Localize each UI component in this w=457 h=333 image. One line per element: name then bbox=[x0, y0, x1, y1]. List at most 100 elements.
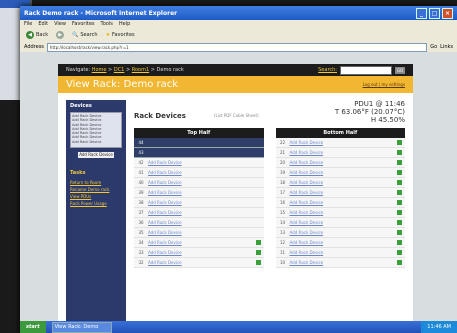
environment-stats: PDU1 @ 11:46 T 63.06°F (20.07°C) H 45.50… bbox=[335, 100, 405, 124]
task-view-pdus[interactable]: View PDUs bbox=[70, 193, 122, 200]
status-icon bbox=[397, 220, 402, 225]
rack-unit-row: 42 Add Rack Device bbox=[134, 158, 264, 168]
breadcrumb-current: Demo rack bbox=[156, 67, 184, 73]
menu-favorites[interactable]: Favorites bbox=[72, 21, 95, 27]
start-button[interactable]: start bbox=[20, 321, 46, 333]
rack-unit-row: 39 Add Rack Device bbox=[134, 188, 264, 198]
rack-unit-row: 19 Add Rack Device bbox=[275, 168, 405, 178]
search-input[interactable] bbox=[340, 65, 392, 75]
pdf-link[interactable]: (List PDF Cable Sheet) bbox=[214, 113, 259, 118]
menu-view[interactable]: View bbox=[54, 21, 66, 27]
rack-device-link[interactable]: Add Rack Device bbox=[148, 250, 256, 255]
task-rack-power[interactable]: Rack Power Usage bbox=[70, 200, 122, 207]
forward-button[interactable]: ▶ bbox=[54, 31, 66, 40]
minimize-button[interactable]: _ bbox=[416, 7, 427, 19]
rack-device-link[interactable]: Add Rack Device bbox=[148, 220, 264, 225]
device-list[interactable]: Add Rack Device Add Rack Device Add Rack… bbox=[70, 112, 122, 148]
rack-unit-row: 40 Add Rack Device bbox=[134, 178, 264, 188]
maximize-button[interactable]: □ bbox=[429, 7, 440, 19]
favorites-button[interactable]: ★ Favorites bbox=[104, 31, 137, 40]
tray-clock: 11:46 AM bbox=[427, 324, 451, 330]
status-icon bbox=[255, 260, 261, 265]
rack-unit-number: 43 bbox=[138, 150, 144, 155]
status-icon bbox=[397, 150, 402, 155]
rack-device-link[interactable]: Add Rack Device bbox=[290, 150, 398, 155]
rack-unit-row: 17 Add Rack Device bbox=[275, 188, 405, 198]
rack-device-link[interactable]: Add Rack Device bbox=[290, 240, 398, 245]
top-half-header: Top Half bbox=[134, 128, 264, 138]
go-button[interactable]: Go bbox=[430, 44, 437, 50]
page-title: View Rack: Demo rack bbox=[66, 79, 179, 90]
rack-device-link[interactable]: Add Rack Device bbox=[290, 220, 398, 225]
rack-device-link[interactable]: Add Rack Device bbox=[290, 210, 398, 215]
status-icon bbox=[255, 240, 261, 245]
back-label: Back bbox=[36, 32, 49, 38]
links-label[interactable]: Links bbox=[440, 44, 453, 50]
rack-device-link[interactable]: Add Rack Device bbox=[290, 140, 398, 145]
rack-unit-number: 42 bbox=[138, 160, 144, 165]
breadcrumb-dc[interactable]: DC1 bbox=[114, 67, 125, 73]
device-list-item[interactable]: Add Rack Device bbox=[72, 140, 120, 144]
task-rename-rack[interactable]: Rename Demo rack bbox=[70, 186, 122, 193]
browser-titlebar: Rack Demo rack - Microsoft Internet Expl… bbox=[20, 6, 457, 20]
search-go-button[interactable]: GO bbox=[395, 66, 405, 74]
rack-unit-row: 35 Add Rack Device bbox=[134, 228, 264, 238]
rack-device-link[interactable]: Add Rack Device bbox=[148, 160, 264, 165]
close-button[interactable]: × bbox=[442, 7, 453, 19]
rack-unit-number: 22 bbox=[279, 140, 286, 145]
rack-columns: Top Half 44 43 42 Add Rack Device 41 Add Rack… bbox=[134, 128, 405, 268]
rack-device-link[interactable]: Add Rack Device bbox=[290, 250, 398, 255]
rack-header: Rack Devices (List PDF Cable Sheet) PDU1… bbox=[134, 100, 405, 128]
rack-device-link[interactable]: Add Rack Device bbox=[148, 240, 256, 245]
menu-file[interactable]: File bbox=[24, 21, 32, 27]
search-label: Search bbox=[80, 32, 98, 38]
rack-unit-row: 32 Add Rack Device bbox=[134, 258, 264, 268]
rack-device-link[interactable]: Add Rack Device bbox=[148, 210, 264, 215]
rack-device-link[interactable]: Add Rack Device bbox=[148, 170, 264, 175]
rack-device-link[interactable]: Add Rack Device bbox=[290, 170, 398, 175]
page-viewport: Navigate: Home > DC1 > Room1 > Demo rack… bbox=[20, 52, 457, 321]
taskbar-item[interactable]: View Rack: Demo rack bbox=[51, 321, 112, 333]
search-button[interactable]: 🔍 Search bbox=[70, 31, 99, 40]
rack-unit-row: 37 Add Rack Device bbox=[134, 208, 264, 218]
breadcrumb-room[interactable]: Room1 bbox=[132, 67, 149, 73]
bottom-half-rows: 22 Add Rack Device 21 Add Rack Device 20 Add … bbox=[275, 138, 405, 268]
rack-device-link[interactable]: Add Rack Device bbox=[148, 200, 264, 205]
rack-device-link[interactable]: Add Rack Device bbox=[148, 230, 264, 235]
add-device-button[interactable]: Add Rack Device bbox=[78, 152, 114, 158]
rack-page: Navigate: Home > DC1 > Room1 > Demo rack… bbox=[58, 64, 413, 321]
rack-device-link[interactable]: Add Rack Device bbox=[290, 260, 398, 265]
rack-device-link[interactable]: Add Rack Device bbox=[290, 190, 398, 195]
breadcrumb-home[interactable]: Home bbox=[92, 67, 107, 73]
breadcrumb: Navigate: Home > DC1 > Room1 > Demo rack bbox=[66, 67, 184, 73]
rack-device-link[interactable]: Add Rack Device bbox=[290, 230, 398, 235]
rack-unit-row: 14 Add Rack Device bbox=[275, 218, 405, 228]
rack-device-link[interactable]: Add Rack Device bbox=[148, 180, 264, 185]
rack-unit-number: 16 bbox=[279, 200, 286, 205]
rack-unit-number: 21 bbox=[279, 150, 286, 155]
rack-unit-number: 37 bbox=[138, 210, 144, 215]
devices-heading: Devices bbox=[70, 103, 92, 109]
rack-device-link[interactable]: Add Rack Device bbox=[148, 190, 264, 195]
address-input[interactable]: http://localhost/rack/view.rack.php?r=1 bbox=[46, 42, 428, 52]
back-button[interactable]: ◀ Back bbox=[24, 31, 50, 40]
rack-device-link[interactable]: Add Rack Device bbox=[290, 200, 398, 205]
system-tray: 11:46 AM bbox=[421, 321, 457, 333]
rack-device-link[interactable]: Add Rack Device bbox=[290, 160, 398, 165]
menu-edit[interactable]: Edit bbox=[38, 21, 48, 27]
rack-unit-number: 38 bbox=[138, 200, 144, 205]
menu-tools[interactable]: Tools bbox=[101, 21, 113, 27]
rack-unit-row: 33 Add Rack Device bbox=[134, 248, 264, 258]
tasks-heading: Tasks bbox=[70, 170, 86, 176]
task-return-room[interactable]: Return to Room bbox=[70, 179, 122, 186]
status-icon bbox=[397, 240, 402, 245]
rack-unit-number: 44 bbox=[138, 140, 144, 145]
rack-unit-number: 18 bbox=[279, 180, 286, 185]
rack-device-link[interactable]: Add Rack Device bbox=[290, 180, 398, 185]
menu-help[interactable]: Help bbox=[119, 21, 130, 27]
rack-device-link[interactable]: Add Rack Device bbox=[148, 260, 256, 265]
header-link[interactable]: Log out | my settings bbox=[363, 82, 405, 87]
rack-unit-row: 20 Add Rack Device bbox=[275, 158, 405, 168]
nav-bar: Navigate: Home > DC1 > Room1 > Demo rack… bbox=[58, 64, 413, 76]
status-icon bbox=[397, 260, 402, 265]
